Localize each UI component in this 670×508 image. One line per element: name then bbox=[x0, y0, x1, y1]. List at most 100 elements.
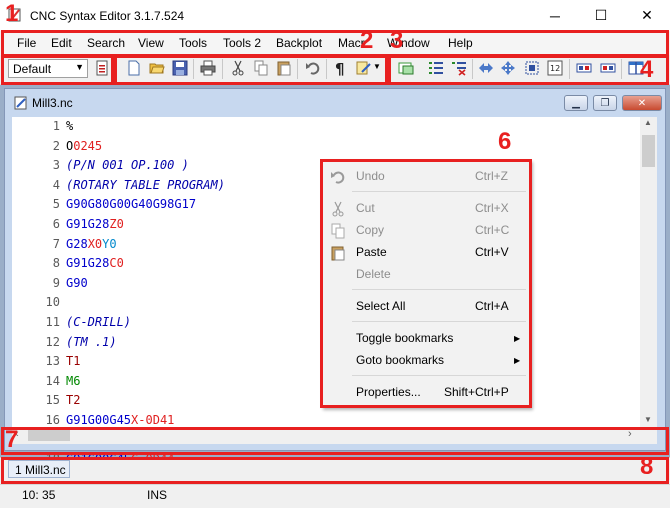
toolbar-separator bbox=[116, 59, 117, 79]
format-icon[interactable] bbox=[356, 60, 372, 76]
minimize-button[interactable]: ─ bbox=[532, 0, 578, 31]
numbered-list-icon[interactable] bbox=[428, 60, 444, 76]
code-token: G90 bbox=[66, 276, 88, 290]
context-cut[interactable]: Cut bbox=[356, 201, 375, 215]
copy-icon[interactable] bbox=[253, 60, 269, 76]
profile-select[interactable]: Default ▼ bbox=[8, 59, 88, 78]
menu-view[interactable]: View bbox=[138, 36, 164, 50]
code-token: X0 bbox=[87, 237, 103, 251]
context-properties-shortcut: Shift+Ctrl+P bbox=[444, 385, 509, 399]
document-restore-button[interactable]: ❐ bbox=[593, 95, 617, 111]
arrows-horizontal-icon[interactable] bbox=[478, 60, 494, 76]
code-token: (P/N 001 OP.100 ) bbox=[66, 158, 189, 172]
line-number: 7 bbox=[52, 237, 60, 251]
convert-icon[interactable] bbox=[576, 60, 592, 76]
menu-search[interactable]: Search bbox=[87, 36, 125, 50]
menu-tools2[interactable]: Tools 2 bbox=[223, 36, 261, 50]
submenu-arrow-icon: ▶ bbox=[514, 334, 521, 343]
menu-help[interactable]: Help bbox=[448, 36, 473, 50]
code-line: T1 bbox=[66, 354, 80, 368]
scroll-down-icon[interactable]: ▼ bbox=[644, 415, 652, 424]
toolbar-separator bbox=[297, 59, 298, 79]
context-menu: Undo Ctrl+Z Cut Ctrl+X Copy Ctrl+C Paste… bbox=[321, 160, 531, 408]
context-goto-bookmarks[interactable]: Goto bookmarks bbox=[356, 353, 444, 367]
menu-edit[interactable]: Edit bbox=[51, 36, 72, 50]
code-token: G91G28 bbox=[66, 217, 110, 231]
scroll-up-icon[interactable]: ▲ bbox=[644, 118, 652, 127]
horizontal-scroll-thumb[interactable] bbox=[28, 430, 70, 441]
code-line: M6 bbox=[66, 374, 80, 388]
code-line: (P/N 001 OP.100 ) bbox=[66, 158, 189, 172]
numbering-icon[interactable]: 12 bbox=[547, 60, 563, 76]
annotation-label-2: 2 bbox=[360, 27, 374, 54]
code-token: G91G00G45 bbox=[66, 413, 132, 427]
context-delete[interactable]: Delete bbox=[356, 267, 391, 281]
toolbar-separator bbox=[388, 59, 389, 79]
chevron-down-icon[interactable]: ▼ bbox=[373, 62, 381, 71]
open-folder-icon[interactable] bbox=[149, 60, 165, 76]
status-bar bbox=[0, 484, 670, 508]
select-block-icon[interactable] bbox=[524, 60, 540, 76]
line-number: 13 bbox=[45, 354, 60, 368]
context-properties[interactable]: Properties... bbox=[356, 385, 421, 399]
line-number: 3 bbox=[52, 158, 60, 172]
submenu-arrow-icon: ▶ bbox=[514, 356, 521, 365]
document-tab-strip bbox=[0, 457, 670, 482]
tab-mill3[interactable]: 1 Mill3.nc bbox=[8, 460, 70, 478]
renumber-icon[interactable] bbox=[451, 60, 467, 76]
code-token: Z0 bbox=[109, 217, 124, 231]
copy-icon bbox=[331, 223, 345, 239]
document-minimize-button[interactable]: ▁ bbox=[564, 95, 588, 111]
new-file-icon[interactable] bbox=[126, 60, 142, 76]
code-token: G91G28 bbox=[66, 256, 110, 270]
pilcrow-icon[interactable]: ¶ bbox=[332, 60, 348, 76]
menu-file[interactable]: File bbox=[17, 36, 36, 50]
document-close-button[interactable]: ✕ bbox=[622, 95, 662, 111]
line-number: 10 bbox=[45, 295, 60, 309]
toolbar-separator bbox=[193, 59, 194, 79]
context-select-all-shortcut: Ctrl+A bbox=[475, 299, 509, 313]
context-paste[interactable]: Paste bbox=[356, 245, 387, 259]
menu-separator bbox=[352, 321, 526, 322]
context-toggle-bookmarks[interactable]: Toggle bookmarks bbox=[356, 331, 453, 345]
vertical-scroll-thumb[interactable] bbox=[642, 135, 655, 167]
maximize-button[interactable]: ☐ bbox=[578, 0, 624, 31]
settings-icon[interactable] bbox=[94, 60, 110, 76]
context-undo[interactable]: Undo bbox=[356, 169, 385, 183]
context-select-all[interactable]: Select All bbox=[356, 299, 405, 313]
menu-separator bbox=[352, 375, 526, 376]
paste-icon bbox=[331, 246, 345, 261]
cut-icon[interactable] bbox=[230, 60, 246, 76]
annotation-label-8: 8 bbox=[640, 453, 654, 480]
menu-backplot[interactable]: Backplot bbox=[276, 36, 322, 50]
context-undo-shortcut: Ctrl+Z bbox=[475, 169, 508, 183]
arrows-all-icon[interactable] bbox=[500, 60, 516, 76]
print-icon[interactable] bbox=[200, 60, 216, 76]
line-number: 11 bbox=[45, 315, 60, 329]
convert2-icon[interactable] bbox=[600, 60, 616, 76]
code-line: G91G00G45X-0D41 bbox=[66, 413, 174, 427]
horizontal-scrollbar[interactable] bbox=[12, 427, 640, 444]
outline-icon[interactable] bbox=[398, 60, 414, 76]
code-line: % bbox=[66, 119, 73, 133]
annotation-label-7: 7 bbox=[5, 426, 19, 453]
line-number: 16 bbox=[45, 413, 60, 427]
document-icon bbox=[14, 96, 27, 110]
menu-separator bbox=[352, 191, 526, 192]
context-copy[interactable]: Copy bbox=[356, 223, 384, 237]
code-token: X-0 bbox=[131, 413, 153, 427]
code-line: (C-DRILL) bbox=[66, 315, 131, 329]
menu-separator bbox=[352, 289, 526, 290]
scroll-right-icon[interactable]: › bbox=[628, 428, 632, 440]
close-button[interactable]: ✕ bbox=[624, 0, 670, 31]
toolbar-separator bbox=[472, 59, 473, 79]
code-line: T2 bbox=[66, 393, 80, 407]
code-line: G28X0Y0 bbox=[66, 237, 117, 251]
code-line: (ROTARY TABLE PROGRAM) bbox=[66, 178, 225, 192]
line-number: 8 bbox=[52, 256, 60, 270]
undo-icon[interactable] bbox=[305, 60, 321, 76]
annotation-label-1: 1 bbox=[5, 0, 19, 27]
save-icon[interactable] bbox=[172, 60, 188, 76]
paste-icon[interactable] bbox=[276, 60, 292, 76]
menu-tools[interactable]: Tools bbox=[179, 36, 207, 50]
